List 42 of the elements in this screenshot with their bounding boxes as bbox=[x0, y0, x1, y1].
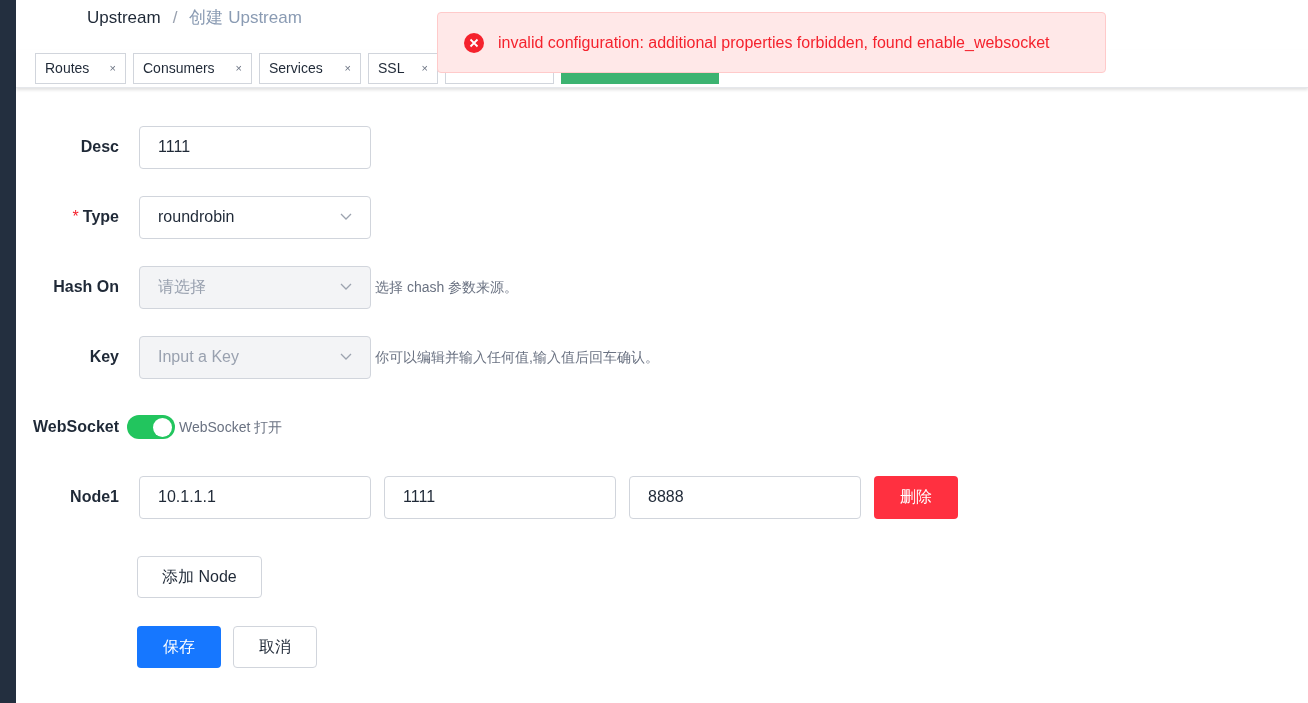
breadcrumb-item[interactable]: Upstream bbox=[87, 5, 161, 31]
field-label: Desc bbox=[80, 137, 119, 157]
save-button[interactable]: 保存 bbox=[137, 626, 221, 668]
field-label: Node1 bbox=[70, 487, 119, 507]
tab-label: Services bbox=[269, 59, 324, 78]
input-field[interactable]: 8888 bbox=[629, 475, 861, 519]
toggle-switch[interactable] bbox=[127, 415, 175, 439]
help-text: 选择 chash 参数来源。 bbox=[375, 277, 519, 297]
close-icon[interactable]: × bbox=[109, 60, 116, 77]
tab[interactable]: Routes × bbox=[35, 53, 126, 84]
caret-icon bbox=[340, 213, 352, 221]
field-label: Type bbox=[82, 207, 119, 227]
cancel-button[interactable]: 取消 bbox=[233, 626, 317, 668]
close-icon[interactable]: × bbox=[421, 60, 428, 77]
input-field[interactable]: 1111 bbox=[139, 125, 371, 169]
tab-label: Routes bbox=[45, 59, 91, 78]
close-icon[interactable]: × bbox=[344, 60, 351, 77]
error-message: invalid configuration: additional properties forbidden, found enable_websocket bbox=[498, 32, 1050, 53]
input-field[interactable]: 1111 bbox=[384, 475, 616, 519]
select-field: Input a Key bbox=[139, 335, 371, 379]
help-text: WebSocket 打开 bbox=[179, 417, 283, 437]
tab[interactable]: Services × bbox=[259, 53, 361, 84]
select-field: 请选择 bbox=[139, 265, 371, 309]
tab[interactable]: Consumers × bbox=[133, 53, 252, 84]
field-label: Key bbox=[89, 347, 119, 367]
field-label: Hash On bbox=[53, 277, 119, 297]
breadcrumb-separator: / bbox=[172, 7, 178, 30]
field-label: WebSocket bbox=[33, 417, 119, 437]
error-icon bbox=[464, 32, 484, 53]
caret-icon bbox=[340, 353, 352, 361]
tab-label: Consumers bbox=[143, 59, 216, 78]
select-field[interactable]: roundrobin bbox=[139, 195, 371, 239]
required-icon: * bbox=[72, 205, 79, 229]
caret-icon bbox=[340, 283, 352, 291]
add-node-button[interactable]: 添加 Node bbox=[137, 556, 262, 598]
help-text: 你可以编辑并输入任何值,输入值后回车确认。 bbox=[375, 347, 659, 367]
delete-button[interactable]: 删除 bbox=[874, 475, 958, 519]
breadcrumb-item: 创建 Upstream bbox=[189, 7, 302, 30]
tab-label: SSL bbox=[378, 59, 406, 78]
tab[interactable]: SSL × bbox=[368, 53, 438, 84]
close-icon[interactable]: × bbox=[235, 60, 242, 77]
input-field[interactable]: 10.1.1.1 bbox=[139, 475, 371, 519]
